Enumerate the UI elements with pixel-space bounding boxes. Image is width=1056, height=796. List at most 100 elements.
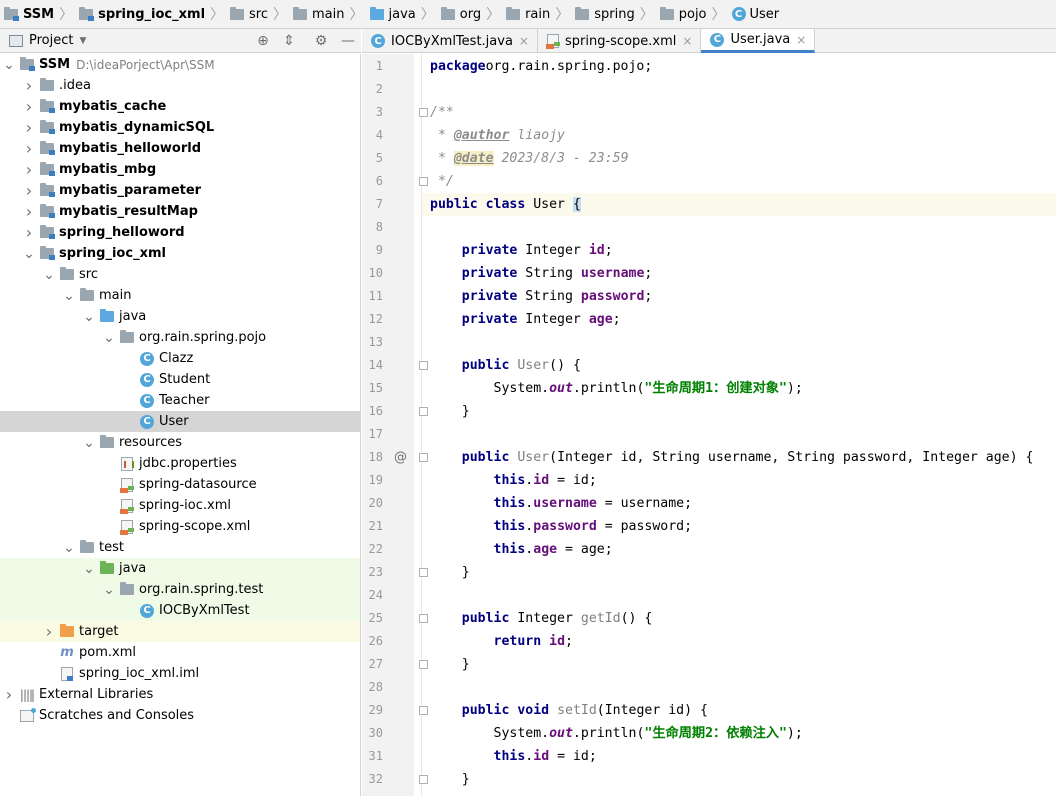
project-panel-title[interactable]: Project — [29, 33, 73, 48]
code-line[interactable]: } — [422, 561, 1056, 584]
chevron-down-icon[interactable]: ⌄ — [83, 562, 95, 576]
breadcrumb-item[interactable]: spring 〉 — [575, 0, 659, 28]
gear-icon[interactable]: ⚙ — [313, 33, 329, 49]
code-line[interactable]: System.out.println("生命周期2：依赖注入"); — [422, 722, 1056, 745]
code-line[interactable]: private String username; — [422, 262, 1056, 285]
code-editor[interactable]: 1 2 3 4 5 6 7 8 9 10 11 12 13 14 15 16 17 18 @19 20 21 22 23 24… — [362, 54, 1056, 796]
chevron-down-icon[interactable]: ⌄ — [63, 541, 75, 555]
tree-item[interactable]: m pom.xml — [0, 642, 360, 663]
code-line[interactable] — [422, 216, 1056, 239]
code-line[interactable]: this.username = username; — [422, 492, 1056, 515]
tree-item[interactable]: › spring_helloword — [0, 222, 360, 243]
fold-marker-icon[interactable] — [419, 614, 428, 623]
fold-marker-icon[interactable] — [419, 108, 428, 117]
fold-marker-icon[interactable] — [419, 660, 428, 669]
tree-item[interactable]: spring-scope.xml — [0, 516, 360, 537]
code-line[interactable]: packageorg.rain.spring.pojo; — [422, 55, 1056, 78]
tree-item[interactable]: › mybatis_cache — [0, 96, 360, 117]
breadcrumb-item[interactable]: src 〉 — [230, 0, 293, 28]
chevron-down-icon[interactable]: ▼ — [79, 36, 86, 46]
chevron-right-icon[interactable]: › — [23, 97, 35, 116]
code-line[interactable]: this.password = password; — [422, 515, 1056, 538]
code-line[interactable] — [422, 676, 1056, 699]
code-line[interactable]: return id; — [422, 630, 1056, 653]
code-line[interactable] — [422, 78, 1056, 101]
breadcrumb-item[interactable]: C User — [731, 0, 779, 28]
code-line[interactable]: public class User { — [422, 193, 1056, 216]
code-line[interactable]: public User(Integer id, String username,… — [422, 446, 1056, 469]
tree-item[interactable]: ⌄ spring_ioc_xml — [0, 243, 360, 264]
tree-item[interactable]: ⌄ org.rain.spring.test — [0, 579, 360, 600]
tree-item[interactable]: ⌄ src — [0, 264, 360, 285]
breadcrumb-item[interactable]: java 〉 — [369, 0, 441, 28]
code-line[interactable]: } — [422, 400, 1056, 423]
close-icon[interactable]: × — [519, 34, 529, 48]
breadcrumb-item[interactable]: SSM 〉 — [4, 0, 79, 28]
hide-panel-icon[interactable]: — — [340, 33, 356, 49]
tree-item[interactable]: C Student — [0, 369, 360, 390]
code-line[interactable]: private Integer age; — [422, 308, 1056, 331]
breadcrumb-item[interactable]: spring_ioc_xml 〉 — [79, 0, 230, 28]
chevron-right-icon[interactable]: › — [23, 202, 35, 221]
code-line[interactable] — [422, 584, 1056, 607]
breadcrumb-item[interactable]: rain 〉 — [506, 0, 575, 28]
tree-item[interactable]: › target — [0, 621, 360, 642]
chevron-down-icon[interactable]: ⌄ — [83, 310, 95, 324]
code-line[interactable]: private Integer id; — [422, 239, 1056, 262]
code-line[interactable]: this.id = id; — [422, 745, 1056, 768]
tree-item[interactable]: ⌄ SSM D:\ideaPorject\Apr\SSM — [0, 54, 360, 75]
code-line[interactable]: System.out.println("生命周期1：创建对象"); — [422, 377, 1056, 400]
breadcrumb-item[interactable]: org 〉 — [440, 0, 506, 28]
chevron-down-icon[interactable]: ⌄ — [63, 289, 75, 303]
code-line[interactable]: } — [422, 653, 1056, 676]
locate-file-icon[interactable]: ⊕ — [255, 33, 271, 49]
fold-marker-icon[interactable] — [419, 177, 428, 186]
tree-item[interactable]: Scratches and Consoles — [0, 705, 360, 726]
chevron-down-icon[interactable]: ⌄ — [23, 247, 35, 261]
tree-item[interactable]: › mybatis_resultMap — [0, 201, 360, 222]
fold-marker-icon[interactable] — [419, 453, 428, 462]
code-line[interactable]: public void setId(Integer id) { — [422, 699, 1056, 722]
code-line[interactable]: } — [422, 768, 1056, 791]
code-line[interactable]: /** — [422, 101, 1056, 124]
chevron-right-icon[interactable]: › — [23, 160, 35, 179]
code-line[interactable] — [422, 423, 1056, 446]
tree-item[interactable]: › mybatis_parameter — [0, 180, 360, 201]
tree-item[interactable]: C User — [0, 411, 360, 432]
tree-item[interactable]: › mybatis_mbg — [0, 159, 360, 180]
tree-item[interactable]: spring_ioc_xml.iml — [0, 663, 360, 684]
code-line[interactable]: * @date 2023/8/3 - 23:59 — [422, 147, 1056, 170]
code-line[interactable]: */ — [422, 170, 1056, 193]
tree-item[interactable]: ⌄ java — [0, 558, 360, 579]
chevron-down-icon[interactable]: ⌄ — [103, 583, 115, 597]
code-line[interactable]: this.age = age; — [422, 538, 1056, 561]
code-line[interactable]: public Integer getId() { — [422, 607, 1056, 630]
tree-item[interactable]: C IOCByXmlTest — [0, 600, 360, 621]
tree-item[interactable]: ⌄ resources — [0, 432, 360, 453]
chevron-down-icon[interactable]: ⌄ — [43, 268, 55, 282]
editor-tab[interactable]: C IOCByXmlTest.java × — [362, 29, 538, 53]
chevron-down-icon[interactable]: ⌄ — [83, 436, 95, 450]
tree-item[interactable]: spring-datasource — [0, 474, 360, 495]
close-icon[interactable]: × — [796, 33, 806, 47]
breadcrumb-item[interactable]: main 〉 — [293, 0, 369, 28]
chevron-right-icon[interactable]: › — [3, 685, 15, 704]
tree-item[interactable]: › |||‖ External Libraries — [0, 684, 360, 705]
chevron-down-icon[interactable]: ⌄ — [3, 58, 15, 72]
code-line[interactable] — [422, 331, 1056, 354]
tree-item[interactable]: › mybatis_dynamicSQL — [0, 117, 360, 138]
code-line[interactable]: * @author liaojy — [422, 124, 1056, 147]
override-marker-icon[interactable]: @ — [394, 446, 407, 469]
collapse-all-icon[interactable]: ⇕ — [281, 33, 297, 49]
tree-item[interactable]: › .idea — [0, 75, 360, 96]
tree-item[interactable]: ⌄ main — [0, 285, 360, 306]
code-line[interactable]: private String password; — [422, 285, 1056, 308]
fold-marker-icon[interactable] — [419, 706, 428, 715]
tree-item[interactable]: C Teacher — [0, 390, 360, 411]
tree-item[interactable]: ⌄ java — [0, 306, 360, 327]
tree-item[interactable]: spring-ioc.xml — [0, 495, 360, 516]
chevron-right-icon[interactable]: › — [23, 139, 35, 158]
fold-marker-icon[interactable] — [419, 568, 428, 577]
chevron-right-icon[interactable]: › — [23, 181, 35, 200]
chevron-right-icon[interactable]: › — [23, 223, 35, 242]
